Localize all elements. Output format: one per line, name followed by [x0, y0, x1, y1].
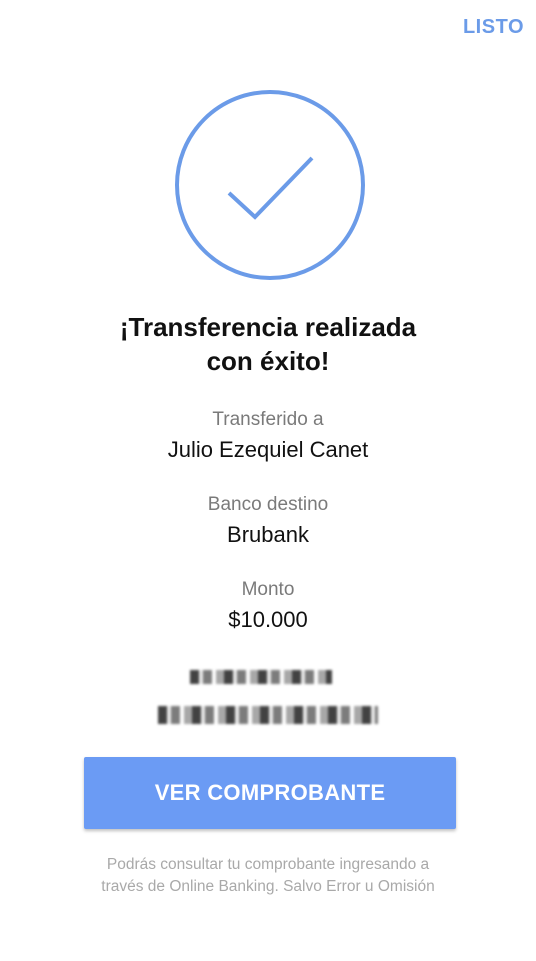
view-receipt-button[interactable]: VER COMPROBANTE	[84, 757, 456, 829]
check-circle	[175, 90, 365, 280]
success-title: ¡Transferencia realizada con éxito!	[0, 310, 536, 378]
redacted-account-info	[0, 668, 536, 728]
bank-info: Banco destino Brubank	[0, 492, 536, 550]
success-title-line-1: ¡Transferencia realizada	[119, 312, 417, 342]
top-bar: LISTO	[0, 0, 536, 60]
success-check-icon	[173, 88, 367, 282]
bank-name: Brubank	[227, 522, 309, 547]
receipt-footnote: Podrás consultar tu comprobante ingresan…	[40, 854, 496, 898]
recipient-name: Julio Ezequiel Canet	[167, 437, 369, 462]
recipient-label: Transferido a	[212, 409, 324, 430]
footnote-line-1: Podrás consultar tu comprobante ingresan…	[106, 856, 430, 873]
amount-label: Monto	[241, 579, 295, 600]
redacted-line-2	[158, 706, 378, 724]
footnote-line-2: través de Online Banking. Salvo Error u …	[101, 878, 435, 895]
amount-info: Monto $10.000	[0, 577, 536, 635]
done-button[interactable]: LISTO	[463, 14, 524, 41]
amount-value: $10.000	[228, 607, 308, 632]
check-mark	[227, 156, 314, 220]
recipient-info: Transferido a Julio Ezequiel Canet	[0, 407, 536, 465]
bank-label: Banco destino	[207, 494, 329, 515]
redacted-line-1	[190, 670, 332, 684]
success-title-line-2: con éxito!	[206, 346, 330, 376]
